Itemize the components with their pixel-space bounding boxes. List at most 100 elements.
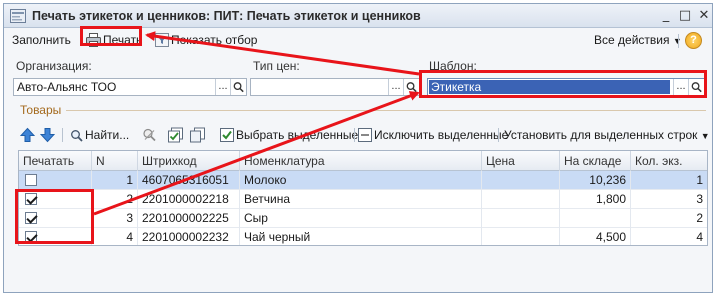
select-selected-button[interactable]: Выбрать выделенные [220,127,358,143]
select-selected-label: Выбрать выделенные [236,128,359,142]
price-cell [482,190,560,209]
template-value: Этикетка [431,80,482,94]
goods-toolbar: Найти... Выбрать выделенные Исключить вы… [18,124,710,146]
stock-cell: 10,236 [560,171,631,190]
table-row[interactable]: 4 2201000002232 Чай черный 4,500 4 [19,228,707,245]
price-type-label: Тип цен: [253,59,300,73]
column-header-item[interactable]: Номенклатура [240,151,482,171]
column-header-price[interactable]: Цена [482,151,560,171]
row-number: 2 [92,190,138,209]
barcode-cell: 2201000002225 [138,209,240,228]
row-number: 4 [92,228,138,245]
template-select-button[interactable]: ... [673,79,688,95]
goods-group-title: Товары [20,103,62,117]
dropdown-arrow-icon: ▼ [700,131,710,141]
exclude-selected-label: Исключить выделенные [374,128,509,142]
set-for-rows-menu[interactable]: Установить для выделенных строк ▼ [504,127,710,143]
template-search-icon[interactable] [688,79,704,95]
price-cell [482,228,560,245]
table-header: Печатать N Штрихкод Номенклатура Цена На… [19,151,707,171]
qty-cell[interactable]: 4 [631,228,707,245]
barcode-cell: 4607065316051 [138,171,240,190]
template-field[interactable]: Этикетка ... [427,78,705,96]
app-icon [10,9,26,23]
price-cell [482,171,560,190]
search-icon [71,130,83,142]
close-button[interactable]: ✕ [696,8,712,24]
set-for-rows-label: Установить для выделенных строк [504,128,698,142]
all-actions-menu[interactable]: Все действия ▼ [594,32,682,50]
organization-value: Авто-Альянс ТОО [17,80,117,94]
goods-group-divider [66,110,706,111]
template-label: Шаблон: [429,59,477,73]
table-row[interactable]: 2 2201000002218 Ветчина 1,800 3 [19,190,707,209]
print-checkbox[interactable] [25,174,37,186]
print-cell[interactable] [19,209,92,228]
organization-field[interactable]: Авто-Альянс ТОО ... [13,78,247,96]
stock-cell: 4,500 [560,228,631,245]
stock-cell [560,209,631,228]
print-checkbox[interactable] [25,231,37,243]
clear-search-icon[interactable] [142,127,157,143]
column-header-barcode[interactable]: Штрихкод [138,151,240,171]
column-header-stock[interactable]: На складе [560,151,631,171]
show-filter-button[interactable]: Показать отбор [155,32,257,50]
qty-cell[interactable]: 2 [631,209,707,228]
print-button[interactable]: Печать [86,32,142,50]
printer-icon [86,33,101,47]
find-button[interactable]: Найти... [70,127,129,143]
command-bar: Заполнить Печать Показать отбор Все дейс… [4,28,712,52]
check-all-icon[interactable] [168,127,183,143]
print-checkbox[interactable] [25,193,37,205]
all-actions-label: Все действия [594,33,670,47]
print-cell[interactable] [19,190,92,209]
barcode-cell: 2201000002218 [138,190,240,209]
toolbar-divider [354,128,355,142]
window-title: Печать этикеток и ценников: ПИТ: Печать … [32,9,421,23]
organization-search-icon[interactable] [230,79,246,95]
price-type-search-icon[interactable] [403,79,419,95]
toolbar-divider [678,34,679,48]
find-label: Найти... [85,128,130,142]
filter-icon [155,33,169,47]
item-cell: Сыр [240,209,482,228]
organization-select-button[interactable]: ... [215,79,230,95]
column-header-print[interactable]: Печатать [19,151,92,171]
table-row[interactable]: 1 4607065316051 Молоко 10,236 1 [19,171,707,190]
stock-cell: 1,800 [560,190,631,209]
price-cell [482,209,560,228]
row-number: 1 [92,171,138,190]
select-selected-icon [220,128,234,142]
title-bar: Печать этикеток и ценников: ПИТ: Печать … [4,4,712,28]
table-row[interactable]: 3 2201000002225 Сыр 2 [19,209,707,228]
print-cell[interactable] [19,171,92,190]
arrow-down-icon[interactable] [40,127,55,143]
toolbar-divider [62,128,63,142]
column-header-qty[interactable]: Кол. экз. [631,151,707,171]
fill-button[interactable]: Заполнить [12,32,71,50]
qty-cell[interactable]: 3 [631,190,707,209]
row-number: 3 [92,209,138,228]
print-cell[interactable] [19,228,92,245]
toolbar-divider [498,128,499,142]
print-labels-window: Печать этикеток и ценников: ПИТ: Печать … [3,3,713,293]
copy-icon[interactable] [190,127,205,143]
help-icon[interactable]: ? [685,32,702,49]
qty-cell[interactable]: 1 [631,171,707,190]
exclude-selected-icon [358,128,372,142]
show-filter-label: Показать отбор [171,33,258,47]
item-cell: Ветчина [240,190,482,209]
print-button-label: Печать [103,33,143,47]
price-type-field[interactable]: ... [250,78,420,96]
print-checkbox[interactable] [25,212,37,224]
goods-table[interactable]: Печатать N Штрихкод Номенклатура Цена На… [18,150,708,246]
item-cell: Чай черный [240,228,482,245]
column-header-n[interactable]: N [92,151,138,171]
exclude-selected-button[interactable]: Исключить выделенные [358,127,508,143]
item-cell: Молоко [240,171,482,190]
minimize-button[interactable]: _ [658,8,674,24]
arrow-up-icon[interactable] [20,127,35,143]
maximize-button[interactable]: □ [677,8,693,24]
price-type-select-button[interactable]: ... [388,79,403,95]
organization-label: Организация: [16,59,92,73]
